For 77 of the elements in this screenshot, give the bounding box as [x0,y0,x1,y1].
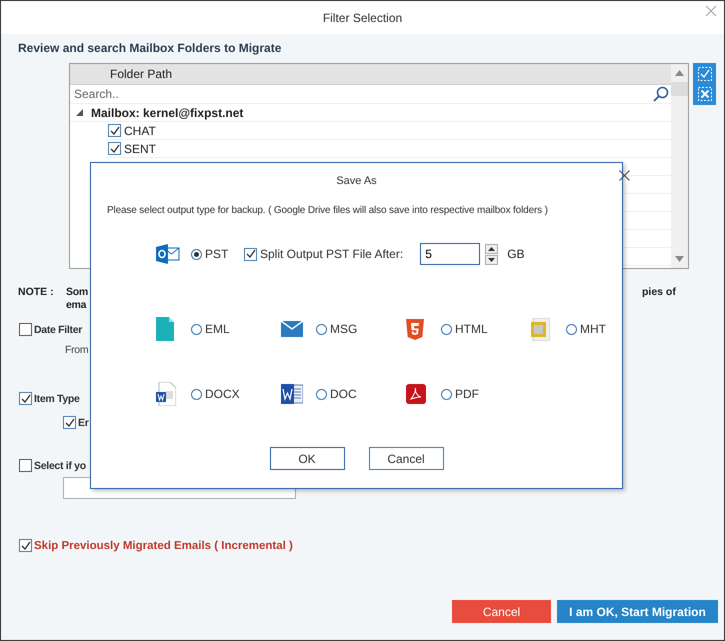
pdf-icon [406,384,426,404]
search-field[interactable]: Search.. [74,87,653,101]
check-icon [64,418,74,428]
up-arrow-icon [488,246,496,250]
note-label: NOTE : [18,286,55,300]
radio-button[interactable] [566,324,577,334]
radio-button[interactable] [191,388,202,400]
option-label[interactable]: DOCX [205,387,240,401]
checkbox[interactable] [108,142,121,155]
option-label[interactable]: MSG [330,322,358,336]
option-label[interactable]: EML [205,322,230,336]
checkbox[interactable] [19,392,32,405]
dialog-message: Please select output type for backup. ( Google Drive files will also save into respective mailbox folders ) [107,205,549,216]
start-migration-button[interactable]: I am OK, Start Migration [557,600,718,623]
tree-item[interactable]: Mailbox: kernel@fixpst.net [91,106,244,120]
unit-label: GB [507,247,525,261]
check-square-icon [698,67,712,81]
checkbox[interactable] [244,248,257,260]
checkbox[interactable] [19,459,32,472]
close-icon [619,170,630,181]
radio-button[interactable] [191,324,202,334]
window-title: Filter Selection [322,10,402,24]
search-icon [653,86,669,102]
option-label[interactable]: Er [78,416,88,428]
option-label[interactable]: Date Filter [34,324,82,336]
option-label[interactable]: Item Type [34,392,80,404]
scroll-thumb[interactable] [671,82,688,96]
tree-item[interactable]: SENT [124,142,156,156]
checkbox[interactable] [108,124,121,137]
option-label[interactable]: HTML [455,322,488,336]
cancel-button[interactable]: Cancel [452,600,551,623]
scroll-up-icon [675,70,684,76]
checkbox[interactable] [19,323,32,336]
radio-button[interactable] [441,388,452,400]
select-all-button[interactable] [696,67,712,81]
field-label: From [65,344,88,356]
word-document-icon [156,382,176,406]
tree-item[interactable]: CHAT [124,124,156,138]
option-label[interactable]: PST [205,247,228,261]
note-text: Som [66,286,88,299]
section-heading: Review and search Mailbox Folders to Migrate [18,41,282,57]
option-label[interactable]: Select if yo [34,460,86,472]
radio-button[interactable] [191,248,202,260]
close-icon [705,5,717,17]
down-arrow-icon [488,258,496,262]
spin-up-button[interactable] [485,244,498,254]
option-label[interactable]: Split Output PST File After: [260,247,404,261]
outlook-icon [156,244,180,264]
word-document-icon [281,384,303,404]
clear-all-button[interactable] [696,87,712,101]
note-text: pies of [642,286,676,298]
option-label[interactable]: DOC [330,387,357,401]
scrollbar[interactable] [671,64,688,268]
envelope-icon [281,321,303,337]
eml-file-icon [156,317,174,341]
cancel-button[interactable]: Cancel [368,447,444,470]
option-label[interactable]: MHT [580,322,606,336]
spin-down-button[interactable] [485,254,498,264]
option-label[interactable]: PDF [455,387,479,401]
ok-button[interactable]: OK [270,447,344,470]
check-icon [20,540,30,550]
radio-button[interactable] [316,388,327,400]
size-field[interactable]: 5 [420,243,480,265]
check-icon [246,249,256,259]
check-icon [20,394,30,404]
scroll-down-icon [675,256,684,262]
note-text: ema [66,299,88,312]
option-label[interactable]: Skip Previously Migrated Emails ( Incremental ) [34,540,293,552]
html5-icon [406,318,424,340]
column-header: Folder Path [70,64,671,85]
framed-picture-icon [531,318,550,340]
checkbox[interactable] [19,539,32,552]
x-square-icon [698,87,712,101]
dialog-title: Save As [336,175,377,187]
checkbox[interactable] [63,416,76,429]
radio-button[interactable] [316,324,327,334]
radio-button[interactable] [441,324,452,334]
